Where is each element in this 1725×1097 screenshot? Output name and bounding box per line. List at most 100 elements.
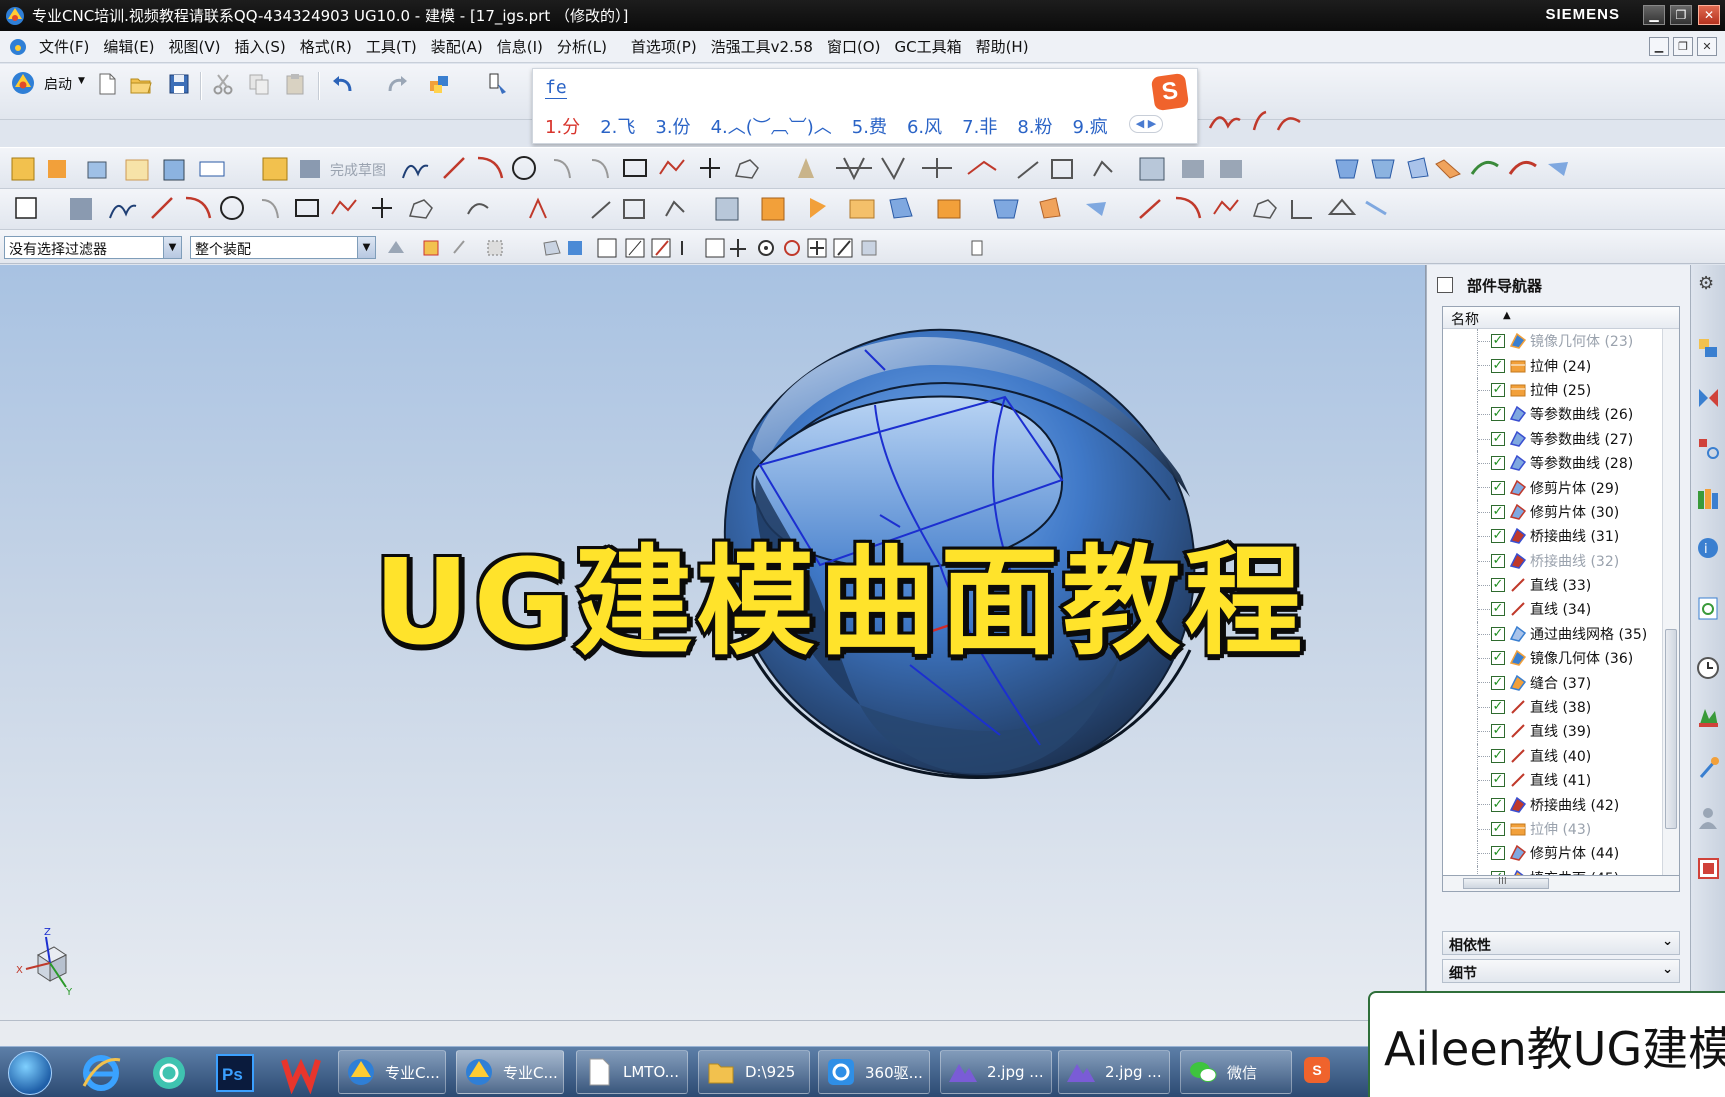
sogou-tray-icon[interactable]: S (1304, 1057, 1330, 1083)
tree-row[interactable]: ✓ 桥接曲线 (31) (1443, 524, 1679, 549)
minimize-button[interactable]: ▁ (1643, 5, 1665, 25)
selection-filter-select[interactable]: 没有选择过滤器 ▼ (4, 236, 182, 259)
sketch-tool-icons[interactable] (8, 154, 1598, 184)
sketch-curve-tools[interactable] (1206, 108, 1316, 134)
menu-edit[interactable]: 编辑(E) (96, 36, 161, 57)
info-window-icon[interactable] (484, 71, 510, 97)
curve-tool-icons[interactable] (10, 194, 1520, 224)
cut-icon[interactable] (210, 71, 236, 97)
snap-point-icons[interactable] (384, 235, 984, 261)
tree-row[interactable]: ✓ 修剪片体 (30) (1443, 499, 1679, 525)
tree-row[interactable]: ✓ 桥接曲线 (42) (1443, 792, 1679, 817)
navigator-pin-checkbox[interactable] (1437, 277, 1453, 293)
doc-restore-button[interactable]: ❐ (1673, 37, 1693, 56)
visibility-checkbox[interactable]: ✓ (1491, 529, 1505, 544)
taskbar-item-folder[interactable]: D:\925 (698, 1050, 810, 1094)
view-triad-icon[interactable]: Z X Y (8, 925, 78, 995)
taskbar-item-360-driver[interactable]: 360驱... (818, 1050, 930, 1094)
menu-insert[interactable]: 插入(S) (228, 36, 293, 57)
visibility-checkbox[interactable]: ✓ (1491, 822, 1505, 836)
palette-tab-icon[interactable] (1695, 855, 1722, 882)
scrollbar-thumb[interactable]: III (1463, 876, 1549, 889)
tree-horizontal-scrollbar[interactable]: III (1442, 875, 1680, 892)
visibility-checkbox[interactable]: ✓ (1491, 553, 1505, 568)
visibility-checkbox[interactable]: ✓ (1491, 431, 1505, 446)
taskbar-item-image-2[interactable]: 2.jpg ... (1058, 1050, 1170, 1094)
system-materials-tab-icon[interactable] (1695, 705, 1722, 732)
taskbar-item-lmto[interactable]: LMTO... (576, 1050, 688, 1094)
constraint-navigator-tab-icon[interactable] (1695, 435, 1722, 462)
tree-row[interactable]: ✓ 镜像几何体 (36) (1443, 646, 1679, 671)
nx-menu-icon[interactable] (8, 37, 28, 57)
command-finder-icon[interactable] (426, 71, 452, 97)
paste-icon[interactable] (282, 71, 308, 97)
tree-row[interactable]: ✓ 直线 (38) (1443, 694, 1679, 720)
browser-360-icon[interactable] (148, 1052, 190, 1094)
visibility-checkbox[interactable]: ✓ (1491, 334, 1505, 349)
visibility-checkbox[interactable]: ✓ (1491, 700, 1505, 715)
menu-analysis[interactable]: 分析(L) (550, 36, 614, 57)
ime-page-arrows[interactable]: ◀ ▶ (1129, 115, 1163, 133)
menu-preferences[interactable]: 首选项(P) (624, 36, 704, 57)
roles-tab-icon[interactable] (1695, 805, 1722, 832)
tree-row[interactable]: ✓ 等参数曲线 (27) (1443, 426, 1679, 451)
menu-help[interactable]: 帮助(H) (969, 36, 1036, 57)
ime-candidate[interactable]: 6.风 (907, 113, 942, 139)
undo-icon[interactable] (330, 71, 356, 97)
tree-vertical-scrollbar[interactable] (1662, 329, 1679, 875)
finish-sketch-label[interactable]: 完成草图 (330, 160, 386, 180)
visibility-checkbox[interactable]: ✓ (1491, 748, 1505, 763)
taskbar-item-nx-1[interactable]: 专业C... (338, 1050, 446, 1094)
tree-row[interactable]: ✓ 直线 (33) (1443, 572, 1679, 598)
redo-icon[interactable] (384, 71, 410, 97)
windows-start-button[interactable] (8, 1051, 52, 1095)
tree-row[interactable]: ✓ 通过曲线网格 (35) (1443, 621, 1679, 647)
details-section[interactable]: 细节 ⌄ (1442, 959, 1680, 983)
history-tab-icon[interactable] (1695, 595, 1722, 622)
reuse-library-tab-icon[interactable] (1695, 485, 1722, 512)
visibility-checkbox[interactable]: ✓ (1491, 651, 1505, 666)
tree-row[interactable]: ✓ 镜像几何体 (23) (1443, 329, 1679, 354)
tree-row[interactable]: ✓ 拉伸 (24) (1443, 353, 1679, 378)
visibility-checkbox[interactable]: ✓ (1491, 504, 1505, 519)
visibility-checkbox[interactable]: ✓ (1491, 480, 1505, 495)
internet-explorer-icon[interactable] (80, 1052, 122, 1094)
assembly-scope-select[interactable]: 整个装配 ▼ (190, 236, 376, 259)
assembly-navigator-tab-icon[interactable] (1695, 385, 1722, 412)
visibility-checkbox[interactable]: ✓ (1491, 578, 1505, 593)
tree-row[interactable]: ✓ 拉伸 (25) (1443, 377, 1679, 403)
menu-file[interactable]: 文件(F) (32, 36, 96, 57)
taskbar-item-image-1[interactable]: 2.jpg ... (940, 1050, 1052, 1094)
menu-info[interactable]: 信息(I) (490, 36, 550, 57)
ime-candidate[interactable]: 7.非 (962, 113, 997, 139)
tree-row[interactable]: ✓ 等参数曲线 (28) (1443, 450, 1679, 476)
scrollbar-thumb[interactable] (1665, 629, 1677, 829)
clock-icon[interactable] (1695, 655, 1722, 682)
nx-app-icon[interactable] (4, 5, 26, 27)
chevron-down-icon[interactable]: ⌄ (1662, 962, 1673, 977)
chevron-down-icon[interactable]: ⌄ (1662, 934, 1673, 949)
web-browser-tab-icon[interactable]: i (1695, 535, 1722, 562)
doc-minimize-button[interactable]: ▁ (1649, 37, 1669, 56)
close-button[interactable]: ✕ (1698, 5, 1720, 25)
open-folder-icon[interactable] (128, 71, 154, 97)
doc-close-button[interactable]: ✕ (1697, 37, 1717, 56)
start-button[interactable]: 启动 ▼ (10, 70, 85, 96)
menu-window[interactable]: 窗口(O) (820, 36, 888, 57)
ime-candidate[interactable]: 3.份 (655, 113, 690, 139)
visibility-checkbox[interactable]: ✓ (1491, 773, 1505, 788)
visibility-checkbox[interactable]: ✓ (1491, 626, 1505, 641)
tree-row[interactable]: ✓ 拉伸 (43) (1443, 816, 1679, 842)
taskbar-item-wechat[interactable]: 微信 (1180, 1050, 1292, 1094)
visibility-checkbox[interactable]: ✓ (1491, 456, 1505, 471)
tree-row[interactable]: ✓ 直线 (34) (1443, 597, 1679, 622)
ime-candidate[interactable]: 9.疯 (1073, 113, 1108, 139)
visibility-checkbox[interactable]: ✓ (1491, 724, 1505, 739)
tree-row[interactable]: ✓ 缝合 (37) (1443, 670, 1679, 695)
tree-row[interactable]: ✓ 修剪片体 (44) (1443, 841, 1679, 866)
ime-candidate[interactable]: 2.飞 (600, 113, 635, 139)
visibility-checkbox[interactable]: ✓ (1491, 675, 1505, 690)
tree-row[interactable]: ✓ 直线 (39) (1443, 719, 1679, 744)
menu-view[interactable]: 视图(V) (162, 36, 228, 57)
chevron-down-icon[interactable]: ▼ (357, 237, 375, 258)
